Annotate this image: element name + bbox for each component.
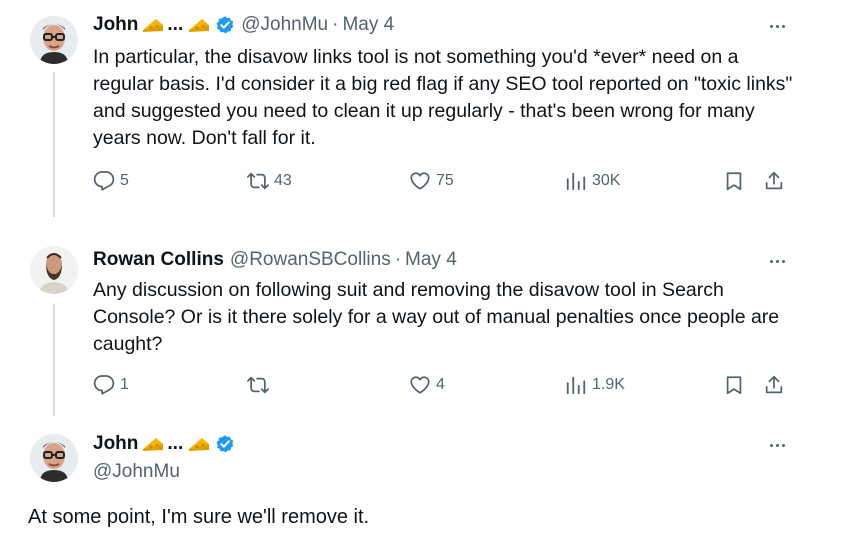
views-count: 1.9K — [592, 376, 625, 393]
heart-icon — [409, 374, 431, 396]
repost-icon — [247, 374, 269, 396]
cheese-emoji-icon — [188, 16, 210, 34]
user-handle[interactable]: @RowanSBCollins — [230, 249, 391, 271]
name-ellipsis: ... — [167, 433, 184, 454]
bookmark-icon — [723, 170, 745, 192]
heart-icon — [409, 170, 431, 192]
repost-count: 43 — [274, 172, 292, 189]
cheese-emoji-icon — [188, 435, 210, 453]
bookmark-icon — [723, 374, 745, 396]
display-name[interactable]: John — [93, 14, 138, 36]
tweet-header: John ... @JohnMu · May 4 — [93, 14, 394, 36]
reply-icon — [93, 170, 115, 192]
share-button[interactable] — [763, 170, 785, 192]
like-count: 75 — [436, 172, 454, 189]
tweet-text: In particular, the disavow links tool is… — [93, 46, 793, 149]
more-icon[interactable] — [762, 16, 792, 36]
thread-line — [53, 72, 55, 217]
reply-button[interactable]: 1 — [93, 374, 129, 396]
tweet-actions: 1 4 1.9K — [93, 374, 793, 398]
reply-count: 1 — [120, 376, 129, 393]
views-button[interactable]: 30K — [565, 170, 620, 192]
separator-dot: · — [394, 249, 402, 270]
like-button[interactable]: 75 — [409, 170, 454, 192]
tweet-date[interactable]: May 4 — [342, 14, 394, 36]
reply-count: 5 — [120, 172, 129, 189]
tweet-text: Any discussion on following suit and rem… — [93, 279, 780, 355]
user-handle[interactable]: @JohnMu — [241, 14, 328, 36]
reply-button[interactable]: 5 — [93, 170, 129, 192]
reply-icon — [93, 374, 115, 396]
tweet-date[interactable]: May 4 — [405, 249, 457, 271]
tweet-header: Rowan Collins @RowanSBCollins · May 4 — [93, 249, 457, 271]
like-count: 4 — [436, 376, 445, 393]
like-button[interactable]: 4 — [409, 374, 445, 396]
user-handle[interactable]: @JohnMu — [93, 461, 180, 483]
tweet-header: John ... — [93, 433, 235, 455]
tweet-actions: 5 43 75 30K — [93, 170, 793, 194]
avatar[interactable] — [30, 246, 78, 294]
views-button[interactable]: 1.9K — [565, 374, 625, 396]
views-icon — [565, 374, 587, 396]
display-name[interactable]: John — [93, 433, 138, 455]
display-name[interactable]: Rowan Collins — [93, 249, 224, 271]
thread-line — [53, 304, 55, 416]
verified-badge-icon[interactable] — [215, 15, 235, 35]
avatar[interactable] — [30, 16, 78, 64]
share-button[interactable] — [763, 374, 785, 396]
more-icon[interactable] — [762, 435, 792, 455]
separator-dot: · — [332, 14, 339, 35]
views-count: 30K — [592, 172, 621, 189]
repost-button[interactable]: 43 — [247, 170, 292, 192]
views-icon — [565, 170, 587, 192]
name-ellipsis: ... — [167, 14, 184, 35]
repost-button[interactable] — [247, 374, 269, 396]
cheese-emoji-icon — [142, 435, 164, 453]
tweet-text: At some point, I'm sure we'll remove it. — [28, 506, 370, 528]
repost-icon — [247, 170, 269, 192]
verified-badge-icon[interactable] — [215, 434, 235, 454]
share-icon — [763, 374, 785, 396]
share-icon — [763, 170, 785, 192]
bookmark-button[interactable] — [723, 374, 745, 396]
avatar[interactable] — [30, 434, 78, 482]
bookmark-button[interactable] — [723, 170, 745, 192]
cheese-emoji-icon — [142, 16, 164, 34]
more-icon[interactable] — [762, 251, 792, 271]
